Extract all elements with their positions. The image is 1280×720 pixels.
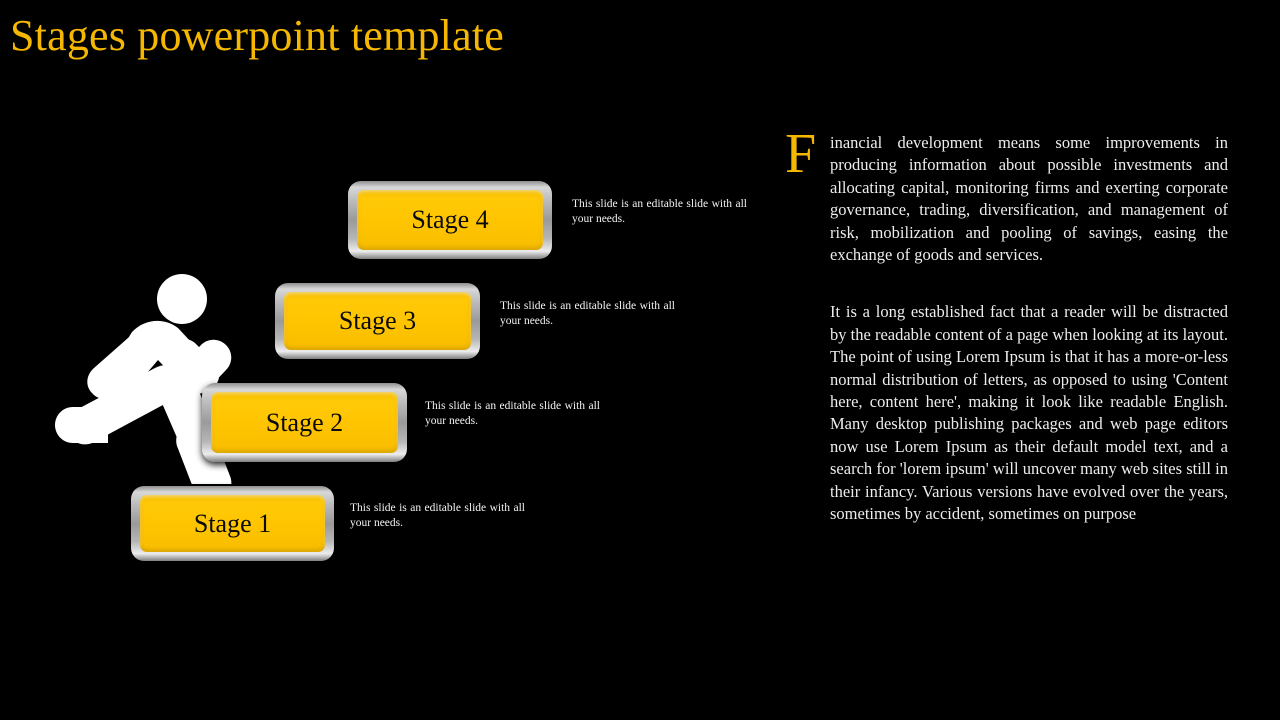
stage-box-3[interactable]: Stage 3 bbox=[275, 283, 480, 359]
body-paragraph-1: Financial development means some improve… bbox=[785, 126, 1228, 266]
stage-box-2-label: Stage 2 bbox=[265, 407, 344, 437]
stage-box-4-label: Stage 4 bbox=[411, 205, 489, 234]
page-title: Stages powerpoint template bbox=[10, 11, 504, 60]
stage-caption-2: This slide is an editable slide with all… bbox=[425, 400, 600, 427]
stage-box-1-label: Stage 1 bbox=[193, 508, 272, 538]
drop-cap-letter: F bbox=[785, 123, 817, 185]
body-paragraph-2: It is a long established fact that a rea… bbox=[830, 302, 1228, 524]
stage-box-2[interactable]: Stage 2 bbox=[202, 383, 407, 462]
stage-caption-4: This slide is an editable slide with all… bbox=[572, 198, 747, 225]
slide-canvas: Stages powerpoint template Stage 4 This … bbox=[0, 0, 1280, 720]
body-paragraph-1-text: inancial development means some improvem… bbox=[830, 133, 1228, 265]
stage-box-1[interactable]: Stage 1 bbox=[131, 486, 334, 561]
body-text-column: Financial development means some improve… bbox=[785, 126, 1228, 526]
stage-box-1-inner: Stage 1 bbox=[140, 495, 325, 552]
stage-caption-3: This slide is an editable slide with all… bbox=[500, 300, 675, 327]
stage-box-3-inner: Stage 3 bbox=[284, 292, 471, 350]
stage-box-3-label: Stage 3 bbox=[338, 306, 417, 335]
stage-box-4-inner: Stage 4 bbox=[357, 190, 543, 250]
stage-box-2-inner: Stage 2 bbox=[211, 392, 398, 453]
stage-box-4[interactable]: Stage 4 bbox=[348, 181, 552, 259]
stage-caption-1: This slide is an editable slide with all… bbox=[350, 502, 525, 529]
